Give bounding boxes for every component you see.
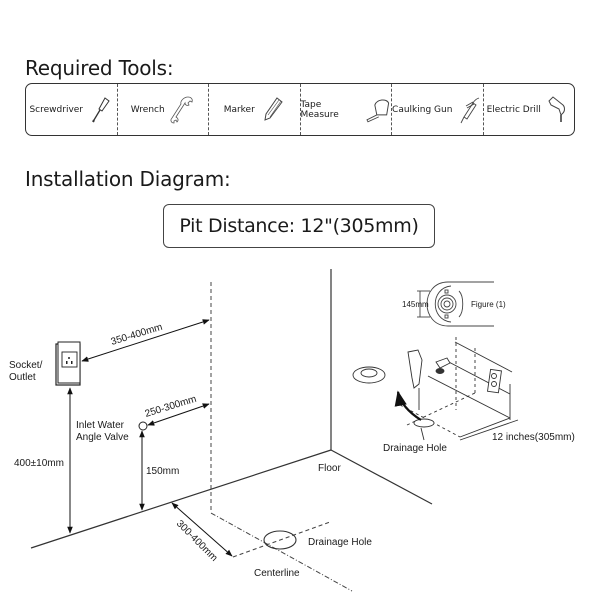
floor-centerline [210, 512, 353, 592]
tool-label: Electric Drill [486, 104, 541, 115]
tool-marker: Marker [208, 84, 300, 135]
tool-caulking-gun: Caulking Gun [391, 84, 483, 135]
drainage-hole-label: Drainage Hole [308, 537, 372, 548]
caulking-gun-icon [461, 97, 480, 123]
installation-diagram: Socket/ Outlet Inlet Water Angle Valve 3… [9, 269, 575, 592]
floor-label: Floor [318, 463, 341, 474]
screwdriver-icon [92, 96, 110, 122]
dim-label-socket-centerline: 350-400mm [110, 322, 164, 348]
dim-label-valve-height: 150mm [146, 466, 179, 477]
tape-measure-icon [366, 99, 390, 122]
tool-screwdriver: Screwdriver [26, 84, 117, 135]
inset-drainage-hole-label: Drainage Hole [383, 443, 447, 454]
floor-side-edge [330, 449, 433, 505]
socket-label-line2: Outlet [9, 372, 36, 383]
inlet-valve-label-line1: Inlet Water [76, 420, 125, 431]
wrench-icon [170, 96, 193, 123]
dim-label-valve-centerline: 250-300mm [144, 394, 198, 420]
figure-caption: Figure (1) [471, 300, 506, 309]
tool-label: Caulking Gun [392, 104, 453, 115]
tool-tape-measure: Tape Measure [299, 84, 392, 135]
pit-distance-badge: Pit Distance: 12"(305mm) [163, 204, 435, 248]
required-tools-heading: Required Tools: [25, 56, 174, 80]
centerline-label: Centerline [254, 568, 300, 579]
electric-drill-icon [548, 95, 565, 122]
tool-electric-drill: Electric Drill [482, 84, 575, 135]
room-outline [30, 269, 433, 549]
tool-label: Marker [223, 104, 255, 115]
figure-width-label: 145mm [402, 300, 429, 309]
socket-outlet-icon [55, 341, 81, 386]
tool-label: Screwdriver [29, 104, 84, 115]
tool-wrench: Wrench [116, 84, 209, 135]
inlet-valve-label-line2: Angle Valve [76, 432, 129, 443]
inlet-valve-icon [138, 421, 148, 431]
floor-wall-edge [30, 449, 332, 549]
tool-label: Tape Measure [300, 99, 339, 120]
installation-diagram-heading: Installation Diagram: [25, 167, 231, 191]
drain-install-sketch [352, 337, 519, 441]
tool-label: Wrench [130, 104, 165, 115]
pit-distance-text: Pit Distance: 12"(305mm) [179, 215, 419, 237]
socket-label-line1: Socket/ [9, 360, 43, 371]
inset-distance-label: 12 inches(305mm) [492, 432, 575, 443]
dim-label-socket-height: 400±10mm [14, 458, 64, 469]
tools-panel: Screwdriver Wrench Marker Tape Measure C… [25, 83, 575, 136]
marker-icon [264, 96, 283, 121]
